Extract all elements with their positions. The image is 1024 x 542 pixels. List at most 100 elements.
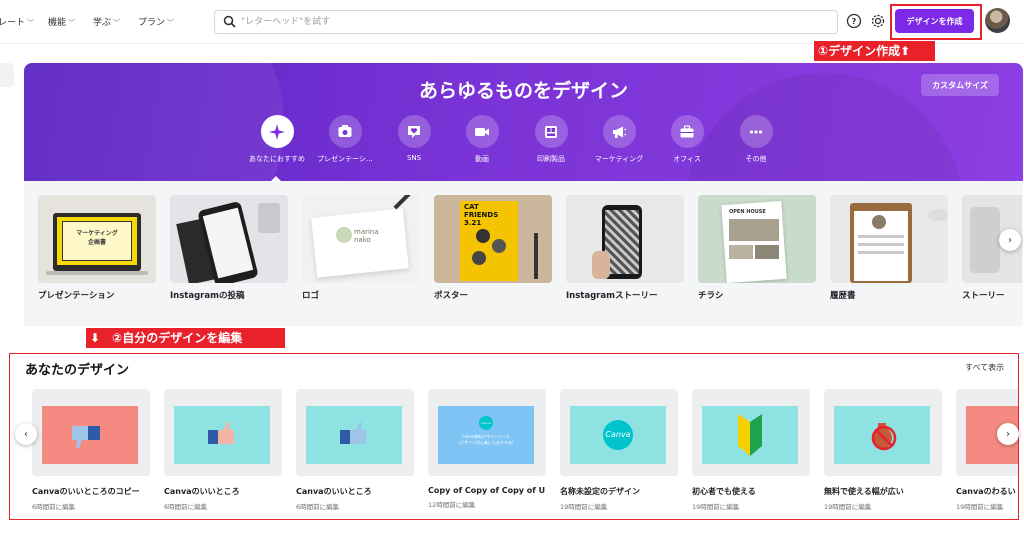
chevron-left-icon: ‹ [24,428,28,440]
design-thumbnail [296,389,414,476]
designs-next-button[interactable]: › [997,423,1019,445]
see-all-link[interactable]: すべて表示 [965,362,1004,373]
hero-title: あらゆるものをデザイン [418,80,628,102]
template-card-logo[interactable]: marina nako ロゴ [302,195,420,301]
heart-chat-icon [408,125,420,138]
design-hero-banner: あらゆるものをデザイン カスタムサイズ あなたにおすすめ プレゼンテーシ… SN… [24,63,1023,181]
sidebar-toggle-stub[interactable] [0,63,14,87]
template-card-instagram-story[interactable]: Instagramストーリー [566,195,684,301]
design-art-text: Canva無料デザインツール （デザイン初心者にもおすすめ） [456,434,516,445]
thumbs-down-icon [72,426,100,448]
template-card-poster[interactable]: CAT FRIENDS 3.21 ポスター [434,195,552,301]
megaphone-icon [613,126,627,138]
chevron-down-icon: ﹀ [113,19,121,27]
template-thumbnail: marina nako [302,195,420,283]
chevron-down-icon: ﹀ [27,19,35,27]
design-art: Canva Canva無料デザインツール （デザイン初心者にもおすすめ） [438,406,534,464]
sparkle-icon [269,123,285,140]
section-title-your-designs: あなたのデザイン [25,363,130,378]
custom-size-button[interactable]: カスタムサイズ [921,74,999,96]
search-input[interactable] [241,13,821,31]
design-card[interactable]: Canvaのいいところ 6時間前に編集 [164,389,282,511]
template-card-instagram-post[interactable]: Instagramの投稿 [170,195,288,301]
design-card[interactable]: Canva Canva無料デザインツール （デザイン初心者にもおすすめ） Cop… [428,389,546,509]
thumb-text: marina nako [354,228,379,244]
avatar[interactable] [985,8,1010,33]
design-card[interactable]: Canvaのいいところ 6時間前に編集 [296,389,414,511]
thumb-text: OPEN HOUSE [729,209,766,215]
design-art [702,406,798,464]
beginner-mark-icon [738,414,762,456]
nav-templates-menu[interactable]: レート ﹀ [0,15,34,28]
template-thumbnail [566,195,684,283]
category-label: その他 [745,155,767,163]
design-edited-time: 19時間前に編集 [824,503,872,511]
thumbs-up-icon [340,422,366,444]
design-art [306,406,402,464]
design-card[interactable]: Canvaのいいところのコピー 6時間前に編集 [32,389,150,511]
nav-features-menu[interactable]: 機能 ﹀ [48,15,75,28]
design-name: Copy of Copy of Copy of U... [428,486,546,495]
video-camera-icon [475,127,489,136]
chevron-right-icon: › [1008,234,1012,246]
create-design-button[interactable]: デザインを作成 [895,9,974,33]
design-name: Canvaのいいところ [164,487,240,496]
design-edited-time: 6時間前に編集 [32,503,76,511]
category-office[interactable]: オフィス [647,115,727,164]
designs-prev-button[interactable]: ‹ [15,423,37,445]
design-card[interactable]: Canvaのわるい 19時間前に編集 [956,389,1018,511]
annotation-callout-create: ①デザイン作成⬆ [814,41,935,61]
template-card-resume[interactable]: 履歴書 [830,195,948,301]
print-icon [545,125,557,138]
design-card[interactable]: Canva 名称未設定のデザイン 19時間前に編集 [560,389,678,511]
template-card-presentation[interactable]: マーケティング 企画書 プレゼンテーション [38,195,156,301]
design-edited-time: 19時間前に編集 [560,503,608,511]
template-label: ロゴ [302,291,320,301]
nav-label: 機能 [48,18,67,28]
template-label: Instagramの投稿 [170,291,245,301]
template-thumbnail: マーケティング 企画書 [38,195,156,283]
design-name: Canvaのわるい [956,487,1016,496]
nav-learn-menu[interactable]: 学ぶ ﹀ [93,15,120,28]
template-label: Instagramストーリー [566,291,658,301]
template-card-flyer[interactable]: OPEN HOUSE チラシ [698,195,816,301]
design-card[interactable]: 初心者でも使える 19時間前に編集 [692,389,810,511]
design-thumbnail: Canva [560,389,678,476]
briefcase-icon [680,124,694,137]
template-label: ポスター [434,291,469,301]
template-label: 履歴書 [830,291,856,301]
help-circle-icon[interactable]: ? [845,12,863,30]
presentation-icon [338,124,352,137]
search-icon [223,15,236,28]
thumb-text: マーケティング 企画書 [62,221,132,261]
nav-plans-menu[interactable]: プラン ﹀ [138,15,174,28]
template-label: チラシ [698,291,724,301]
design-thumbnail [692,389,810,476]
design-thumbnail [824,389,942,476]
template-thumbnail: CAT FRIENDS 3.21 [434,195,552,283]
category-presentation[interactable]: プレゼンテーシ… [305,115,385,164]
design-name: 無料で使える幅が広い [824,487,904,496]
gear-icon[interactable] [869,12,887,30]
design-art [834,406,930,464]
design-thumbnail: Canva Canva無料デザインツール （デザイン初心者にもおすすめ） [428,389,546,476]
design-edited-time: 19時間前に編集 [956,503,1004,511]
design-thumbnail [164,389,282,476]
template-thumbnail: OPEN HOUSE [698,195,816,283]
chevron-down-icon: ﹀ [167,19,175,27]
category-video[interactable]: 動画 [442,115,522,164]
category-more[interactable]: その他 [716,115,796,164]
nav-label: レート [0,18,26,28]
annotation-callout-edit: ⬇ ②自分のデザインを編集 [86,328,285,348]
design-name: 初心者でも使える [692,487,756,496]
design-art: Canva [570,406,666,464]
top-nav-bar: レート﹀ 機能﹀ 学ぶ﹀ プラン﹀ ? デザインを作成 [0,0,1024,44]
category-label: オフィス [673,155,701,163]
design-thumbnail [32,389,150,476]
nav-label: プラン [138,18,166,28]
templates-next-button[interactable]: › [999,229,1021,251]
canva-logo: Canva [603,420,633,450]
search-bar[interactable] [214,10,838,34]
design-edited-time: 6時間前に編集 [296,503,340,511]
design-card[interactable]: 無料で使える幅が広い 19時間前に編集 [824,389,942,511]
